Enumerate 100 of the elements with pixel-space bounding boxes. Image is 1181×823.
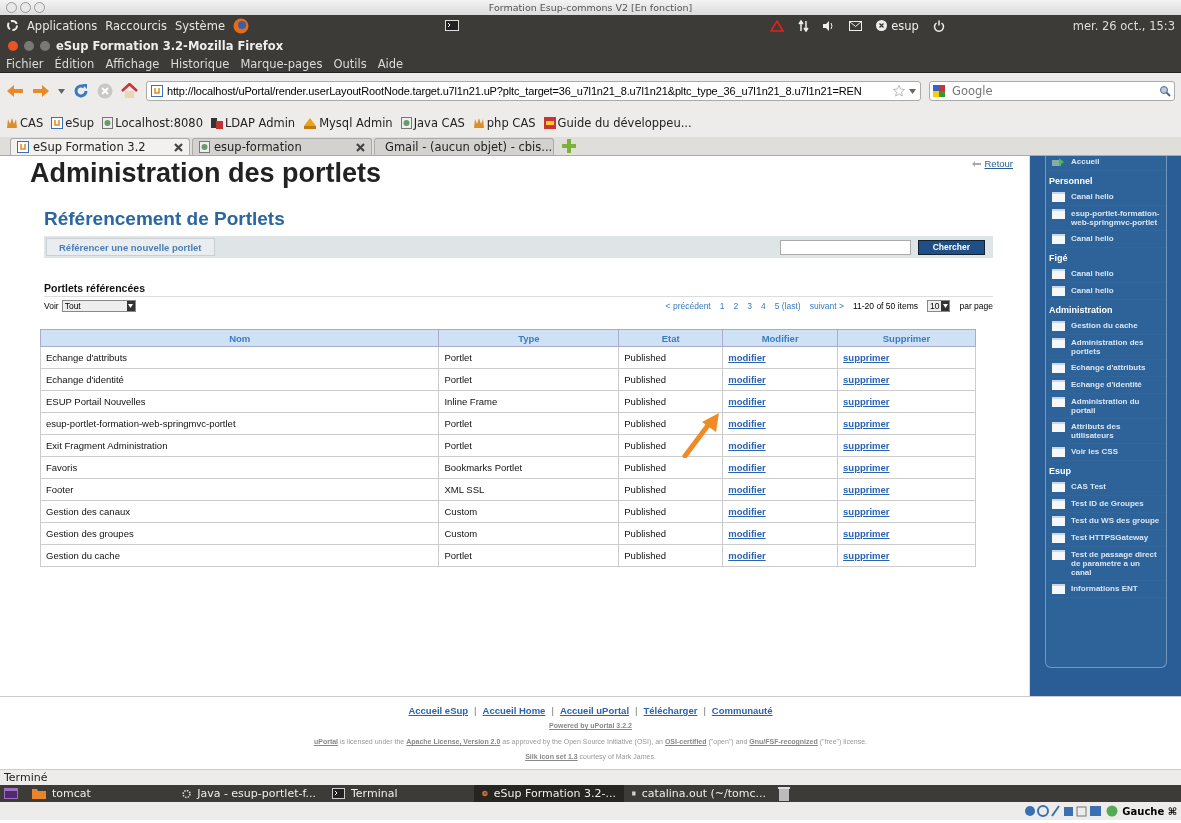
caret-icon[interactable] [126,301,135,311]
sidebar-item[interactable]: Accueil [1046,156,1166,171]
footer-link[interactable]: Accueil eSup [408,705,469,716]
footer-link[interactable]: Télécharger [643,705,698,716]
delete-link[interactable]: supprimer [843,550,890,561]
url-field[interactable]: http://localhost/uPortal/render.userLayoutRootNode.target.u7l1n21.uP?pltc_target=36_u7l1n21_8.u7l1n21&pltc_type_36_u7l1n21_8.u7l1n21=REN [146,81,921,101]
network-arrows-icon[interactable] [798,19,810,32]
edit-link[interactable]: modifier [728,550,766,561]
back-arrow-icon[interactable] [6,84,24,98]
taskbar-item[interactable]: eSup Formation 3.2-... [474,785,624,802]
taskbar-item[interactable]: Java - esup-portlet-f... [174,785,324,802]
sidebar-item[interactable]: Voir les CSS [1046,444,1166,461]
bookmark-link[interactable]: LDAP Admin [210,116,296,130]
globe-icon[interactable] [1106,805,1119,817]
window-close-button[interactable] [6,2,17,13]
pagination-link[interactable]: suivant > [809,301,844,311]
sidebar-item[interactable]: Attributs des utilisateurs [1046,419,1166,444]
sidebar-item[interactable]: Test HTTPSGateway [1046,530,1166,547]
tray-icons[interactable] [1024,805,1103,817]
pagination-link[interactable]: < précédent [665,301,711,311]
edit-link[interactable]: modifier [728,484,766,495]
pagination-link[interactable]: 2 [733,301,739,311]
per-page-select[interactable]: 10 [926,300,951,312]
footer-link[interactable]: Communauté [711,705,773,716]
menu-item[interactable]: Affichage [105,56,160,71]
sidebar-item[interactable]: Administration du portail [1046,394,1166,419]
delete-link[interactable]: supprimer [843,396,890,407]
speaker-icon[interactable] [823,20,836,31]
minimize-button[interactable] [24,40,34,51]
reload-icon[interactable] [73,83,89,99]
delete-link[interactable]: supprimer [843,352,890,363]
star-icon[interactable] [893,85,905,97]
user-menu[interactable]: esup [891,18,919,33]
sidebar-item[interactable]: Administration des portlets [1046,335,1166,360]
pagination-link[interactable]: 3 [747,301,752,311]
new-portlet-button[interactable]: Référencer une nouvelle portlet [46,238,215,256]
menu-item[interactable]: Marque-pages [240,56,323,71]
search-icon[interactable] [1159,85,1171,97]
power-icon[interactable] [932,19,945,32]
delete-link[interactable]: supprimer [843,440,890,451]
sidebar-item[interactable]: Test de passage direct de parametre a un canal [1046,547,1166,581]
taskbar-item[interactable]: tomcat [24,785,174,802]
sidebar-item[interactable]: Echange d'identité [1046,377,1166,394]
menu-item[interactable]: Fichier [6,56,44,71]
sidebar-item[interactable]: CAS Test [1046,479,1166,496]
menu-item[interactable]: Historique [170,56,230,71]
sidebar-item[interactable]: Canal hello [1046,283,1166,300]
sidebar-item[interactable]: Test du WS des groupe [1046,513,1166,530]
pagination-link[interactable]: 1 [719,301,725,311]
back-link[interactable]: Retour [972,158,1013,169]
delete-link[interactable]: supprimer [843,462,890,473]
edit-link[interactable]: modifier [728,506,766,517]
sidebar-item[interactable]: Gestion du cache [1046,318,1166,335]
sidebar-item[interactable]: Canal hello [1046,189,1166,206]
bookmark-link[interactable]: Java CAS [400,116,465,130]
close-icon[interactable] [356,142,365,152]
edit-link[interactable]: modifier [728,440,766,451]
sidebar-item[interactable]: Test ID de Groupes [1046,496,1166,513]
bookmark-link[interactable]: Mysql Admin [303,116,393,130]
ubuntu-logo-icon[interactable] [6,19,19,32]
delete-link[interactable]: supprimer [843,374,890,385]
pagination-link[interactable]: 5 (last) [774,301,801,311]
edit-link[interactable]: modifier [728,528,766,539]
firefox-icon[interactable] [232,17,249,34]
edit-link[interactable]: modifier [728,352,766,363]
delete-link[interactable]: supprimer [843,506,890,517]
bookmark-link[interactable]: CAS [6,116,44,130]
footer-link[interactable]: Accueil Home [482,705,546,716]
clock[interactable]: mer. 26 oct., 15:3 [1072,18,1175,33]
browser-tab[interactable]: eSup Formation 3.2 [10,138,190,155]
trash-icon[interactable] [778,786,790,801]
maximize-button[interactable] [40,40,50,51]
window-minimize-button[interactable] [20,2,31,13]
footer-link[interactable]: Accueil uPortal [559,705,630,716]
search-box[interactable]: Google [929,81,1175,101]
status-icon[interactable] [876,20,888,31]
browser-tab[interactable]: Gmail - (aucun objet) - cbis... [374,138,554,155]
column-header[interactable]: Etat [618,329,723,347]
forward-arrow-icon[interactable] [32,84,50,98]
edit-link[interactable]: modifier [728,418,766,429]
filter-select[interactable]: Tout [61,300,136,312]
caret-icon[interactable] [909,88,916,94]
warning-icon[interactable] [770,19,785,32]
terminal-icon[interactable] [444,20,459,31]
desktop-icon[interactable] [4,788,18,799]
sidebar-item[interactable]: Canal hello [1046,266,1166,283]
panel-menu[interactable]: Raccourcis [105,18,167,33]
sidebar-item[interactable]: Echange d'attributs [1046,360,1166,377]
sidebar-item[interactable]: Canal hello [1046,231,1166,248]
bookmark-link[interactable]: Guide du développeu... [543,116,692,130]
edit-link[interactable]: modifier [728,396,766,407]
panel-menu[interactable]: Applications [27,18,98,33]
envelope-icon[interactable] [849,20,863,31]
taskbar-item[interactable]: Terminal [324,785,474,802]
taskbar-item[interactable]: catalina.out (~/tomc... [624,785,774,802]
column-header[interactable]: Modifier [722,329,838,347]
google-icon[interactable] [933,84,947,98]
window-maximize-button[interactable] [34,2,45,13]
pagination-link[interactable]: 4 [760,301,766,311]
search-button[interactable]: Chercher [917,239,985,255]
